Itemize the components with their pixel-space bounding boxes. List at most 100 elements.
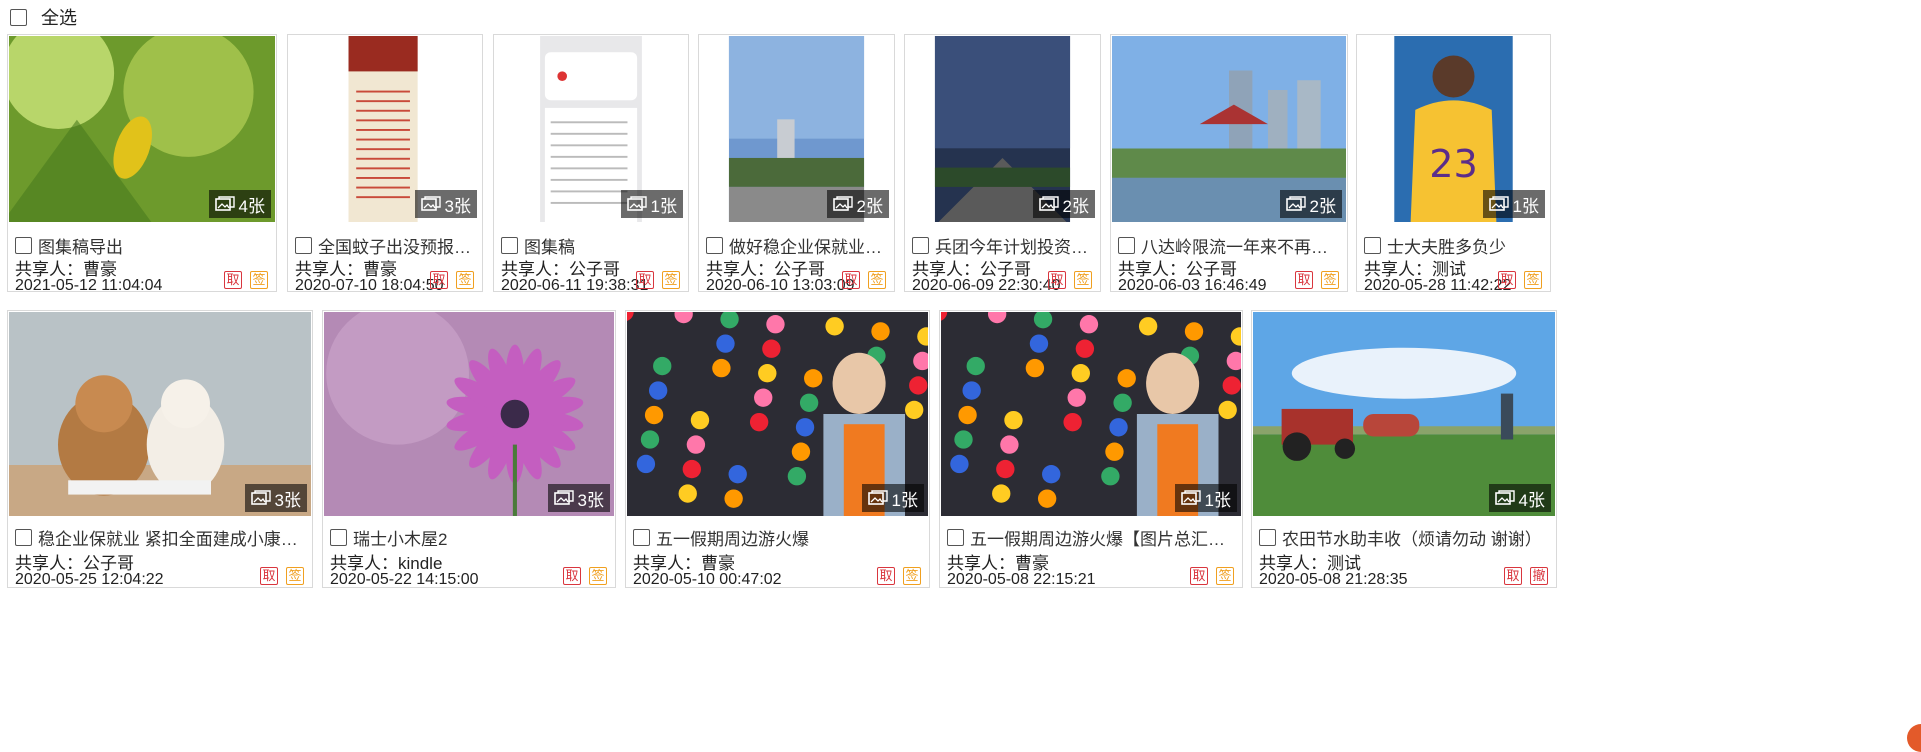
card-checkbox[interactable] <box>1259 529 1276 546</box>
card-checkbox[interactable] <box>912 237 929 254</box>
card-thumbnail[interactable]: 3张 <box>9 312 311 516</box>
card-checkbox[interactable] <box>947 529 964 546</box>
card-checkbox[interactable] <box>295 237 312 254</box>
sign-button[interactable]: 签 <box>662 271 680 289</box>
sign-button[interactable]: 签 <box>1074 271 1092 289</box>
gallery-card[interactable]: 2张做好稳企业保就业工作 …共享人：公子哥2020-06-10 13:03:09… <box>698 34 895 292</box>
take-button[interactable]: 取 <box>430 271 448 289</box>
take-button[interactable]: 取 <box>1048 271 1066 289</box>
sign-button[interactable]: 撤 <box>1530 567 1548 585</box>
gallery-icon <box>1489 196 1509 212</box>
card-thumbnail[interactable]: 2张 <box>906 36 1099 222</box>
card-title[interactable]: 五一假期周边游火爆【图片总汇取稿到个… <box>970 525 1236 550</box>
card-checkbox[interactable] <box>501 237 518 254</box>
take-button[interactable]: 取 <box>1504 567 1522 585</box>
card-actions: 取签 <box>260 567 304 585</box>
image-count-badge: 4张 <box>1488 484 1551 512</box>
image-count: 2张 <box>1062 196 1089 216</box>
sign-button[interactable]: 签 <box>456 271 474 289</box>
card-thumbnail[interactable]: 2张 <box>700 36 893 222</box>
take-button[interactable]: 取 <box>877 567 895 585</box>
card-checkbox[interactable] <box>15 237 32 254</box>
card-thumbnail[interactable]: 1张 <box>941 312 1241 516</box>
gallery-icon <box>421 196 441 212</box>
card-thumbnail[interactable]: 4张 <box>9 36 275 222</box>
card-checkbox[interactable] <box>633 529 650 546</box>
card-actions: 取签 <box>1190 567 1234 585</box>
image-count: 4张 <box>1518 490 1545 510</box>
take-button[interactable]: 取 <box>842 271 860 289</box>
card-thumbnail[interactable]: 23 1张 <box>1358 36 1549 222</box>
card-thumbnail[interactable]: 1张 <box>627 312 928 516</box>
card-date: 2020-05-08 22:15:21 <box>947 571 1096 588</box>
image-count: 2张 <box>856 196 883 216</box>
gallery-icon <box>1495 490 1515 506</box>
gallery-icon <box>627 196 647 212</box>
image-count-badge: 2张 <box>1279 190 1342 218</box>
card-title-row: 五一假期周边游火爆 <box>633 525 923 550</box>
card-actions: 取签 <box>842 271 886 289</box>
gallery-card[interactable]: 3张全国蚊子出没预报地图…共享人：曹豪2020-07-10 18:04:50取签 <box>287 34 483 292</box>
sign-button[interactable]: 签 <box>1216 567 1234 585</box>
gallery-icon <box>554 490 574 506</box>
card-checkbox[interactable] <box>330 529 347 546</box>
card-checkbox[interactable] <box>706 237 723 254</box>
image-count-badge: 2张 <box>1032 190 1095 218</box>
take-button[interactable]: 取 <box>1295 271 1313 289</box>
select-all-checkbox[interactable] <box>10 8 27 26</box>
take-button[interactable]: 取 <box>563 567 581 585</box>
sign-button[interactable]: 签 <box>868 271 886 289</box>
gallery-card[interactable]: 1张 五一假期周边游火爆 共享人：曹豪 2020-05-10 00:47:02 取签 <box>625 310 930 588</box>
gallery-card[interactable]: 3张稳企业保就业 紧扣全面建成小康社会目标…共享人：公子哥2020-05-25 … <box>7 310 313 588</box>
card-checkbox[interactable] <box>1364 237 1381 254</box>
gallery-card[interactable]: 4张 农田节水助丰收（烦请勿动 谢谢） 共享人：测试 2020-05-08 21:28… <box>1251 310 1557 588</box>
take-button[interactable]: 取 <box>636 271 654 289</box>
card-actions: 取签 <box>1498 271 1542 289</box>
card-thumbnail[interactable]: 3张 <box>324 312 614 516</box>
take-button[interactable]: 取 <box>1498 271 1516 289</box>
take-button[interactable]: 取 <box>260 567 278 585</box>
gallery-card[interactable]: 23 1张 士大夫胜多负少 共享人：测试 2020-05-28 11:42:22 取签 <box>1356 34 1551 292</box>
card-title[interactable]: 农田节水助丰收（烦请勿动 谢谢） <box>1282 525 1542 550</box>
image-count: 3张 <box>274 490 301 510</box>
sign-button[interactable]: 签 <box>1524 271 1542 289</box>
card-date: 2020-06-10 13:03:09 <box>706 277 855 292</box>
gallery-card[interactable]: 1张五一假期周边游火爆【图片总汇取稿到个…共享人：曹豪2020-05-08 22… <box>939 310 1243 588</box>
gallery-card[interactable]: 1张 图集稿 共享人：公子哥 2020-06-11 19:38:31 取签 <box>493 34 689 292</box>
take-button[interactable]: 取 <box>224 271 242 289</box>
gallery-card[interactable]: 3张 瑞士小木屋2 共享人：kindle 2020-05-22 14:15:00 取签 <box>322 310 616 588</box>
card-thumbnail[interactable]: 1张 <box>495 36 687 222</box>
sign-button[interactable]: 签 <box>1321 271 1339 289</box>
select-all[interactable]: 全选 <box>10 6 77 28</box>
image-count-badge: 3张 <box>244 484 307 512</box>
card-title[interactable]: 瑞士小木屋2 <box>353 525 447 550</box>
card-title[interactable]: 五一假期周边游火爆 <box>656 525 809 550</box>
sign-button[interactable]: 签 <box>903 567 921 585</box>
image-count: 2张 <box>1309 196 1336 216</box>
take-button[interactable]: 取 <box>1190 567 1208 585</box>
image-count-badge: 1张 <box>1482 190 1545 218</box>
card-date: 2021-05-12 11:04:04 <box>15 277 163 292</box>
card-thumbnail[interactable]: 4张 <box>1253 312 1555 516</box>
card-title[interactable]: 稳企业保就业 紧扣全面建成小康社会目标… <box>38 525 306 550</box>
floating-action-button[interactable] <box>1907 724 1921 752</box>
sign-button[interactable]: 签 <box>286 567 304 585</box>
image-count-badge: 1张 <box>620 190 683 218</box>
card-checkbox[interactable] <box>15 529 32 546</box>
image-count-badge: 1张 <box>1174 484 1237 512</box>
card-thumbnail[interactable]: 3张 <box>289 36 481 222</box>
sign-button[interactable]: 签 <box>589 567 607 585</box>
image-count: 3张 <box>577 490 604 510</box>
card-actions: 取签 <box>1295 271 1339 289</box>
card-date: 2020-05-28 11:42:22 <box>1364 277 1512 292</box>
card-thumbnail[interactable]: 2张 <box>1112 36 1346 222</box>
card-date: 2020-06-09 22:30:40 <box>912 277 1061 292</box>
select-all-label: 全选 <box>41 8 77 28</box>
gallery-card[interactable]: 4张 图集稿导出 共享人：曹豪 2021-05-12 11:04:04 取签 <box>7 34 277 292</box>
gallery-card[interactable]: 2张 八达岭限流一年来不再排长队 共享人：公子哥 2020-06-03 16:46:4… <box>1110 34 1348 292</box>
image-count: 3张 <box>444 196 471 216</box>
sign-button[interactable]: 签 <box>250 271 268 289</box>
card-checkbox[interactable] <box>1118 237 1135 254</box>
gallery-card[interactable]: 2张兵团今年计划投资12亿…共享人：公子哥2020-06-09 22:30:40… <box>904 34 1101 292</box>
card-date: 2020-07-10 18:04:50 <box>295 277 444 292</box>
